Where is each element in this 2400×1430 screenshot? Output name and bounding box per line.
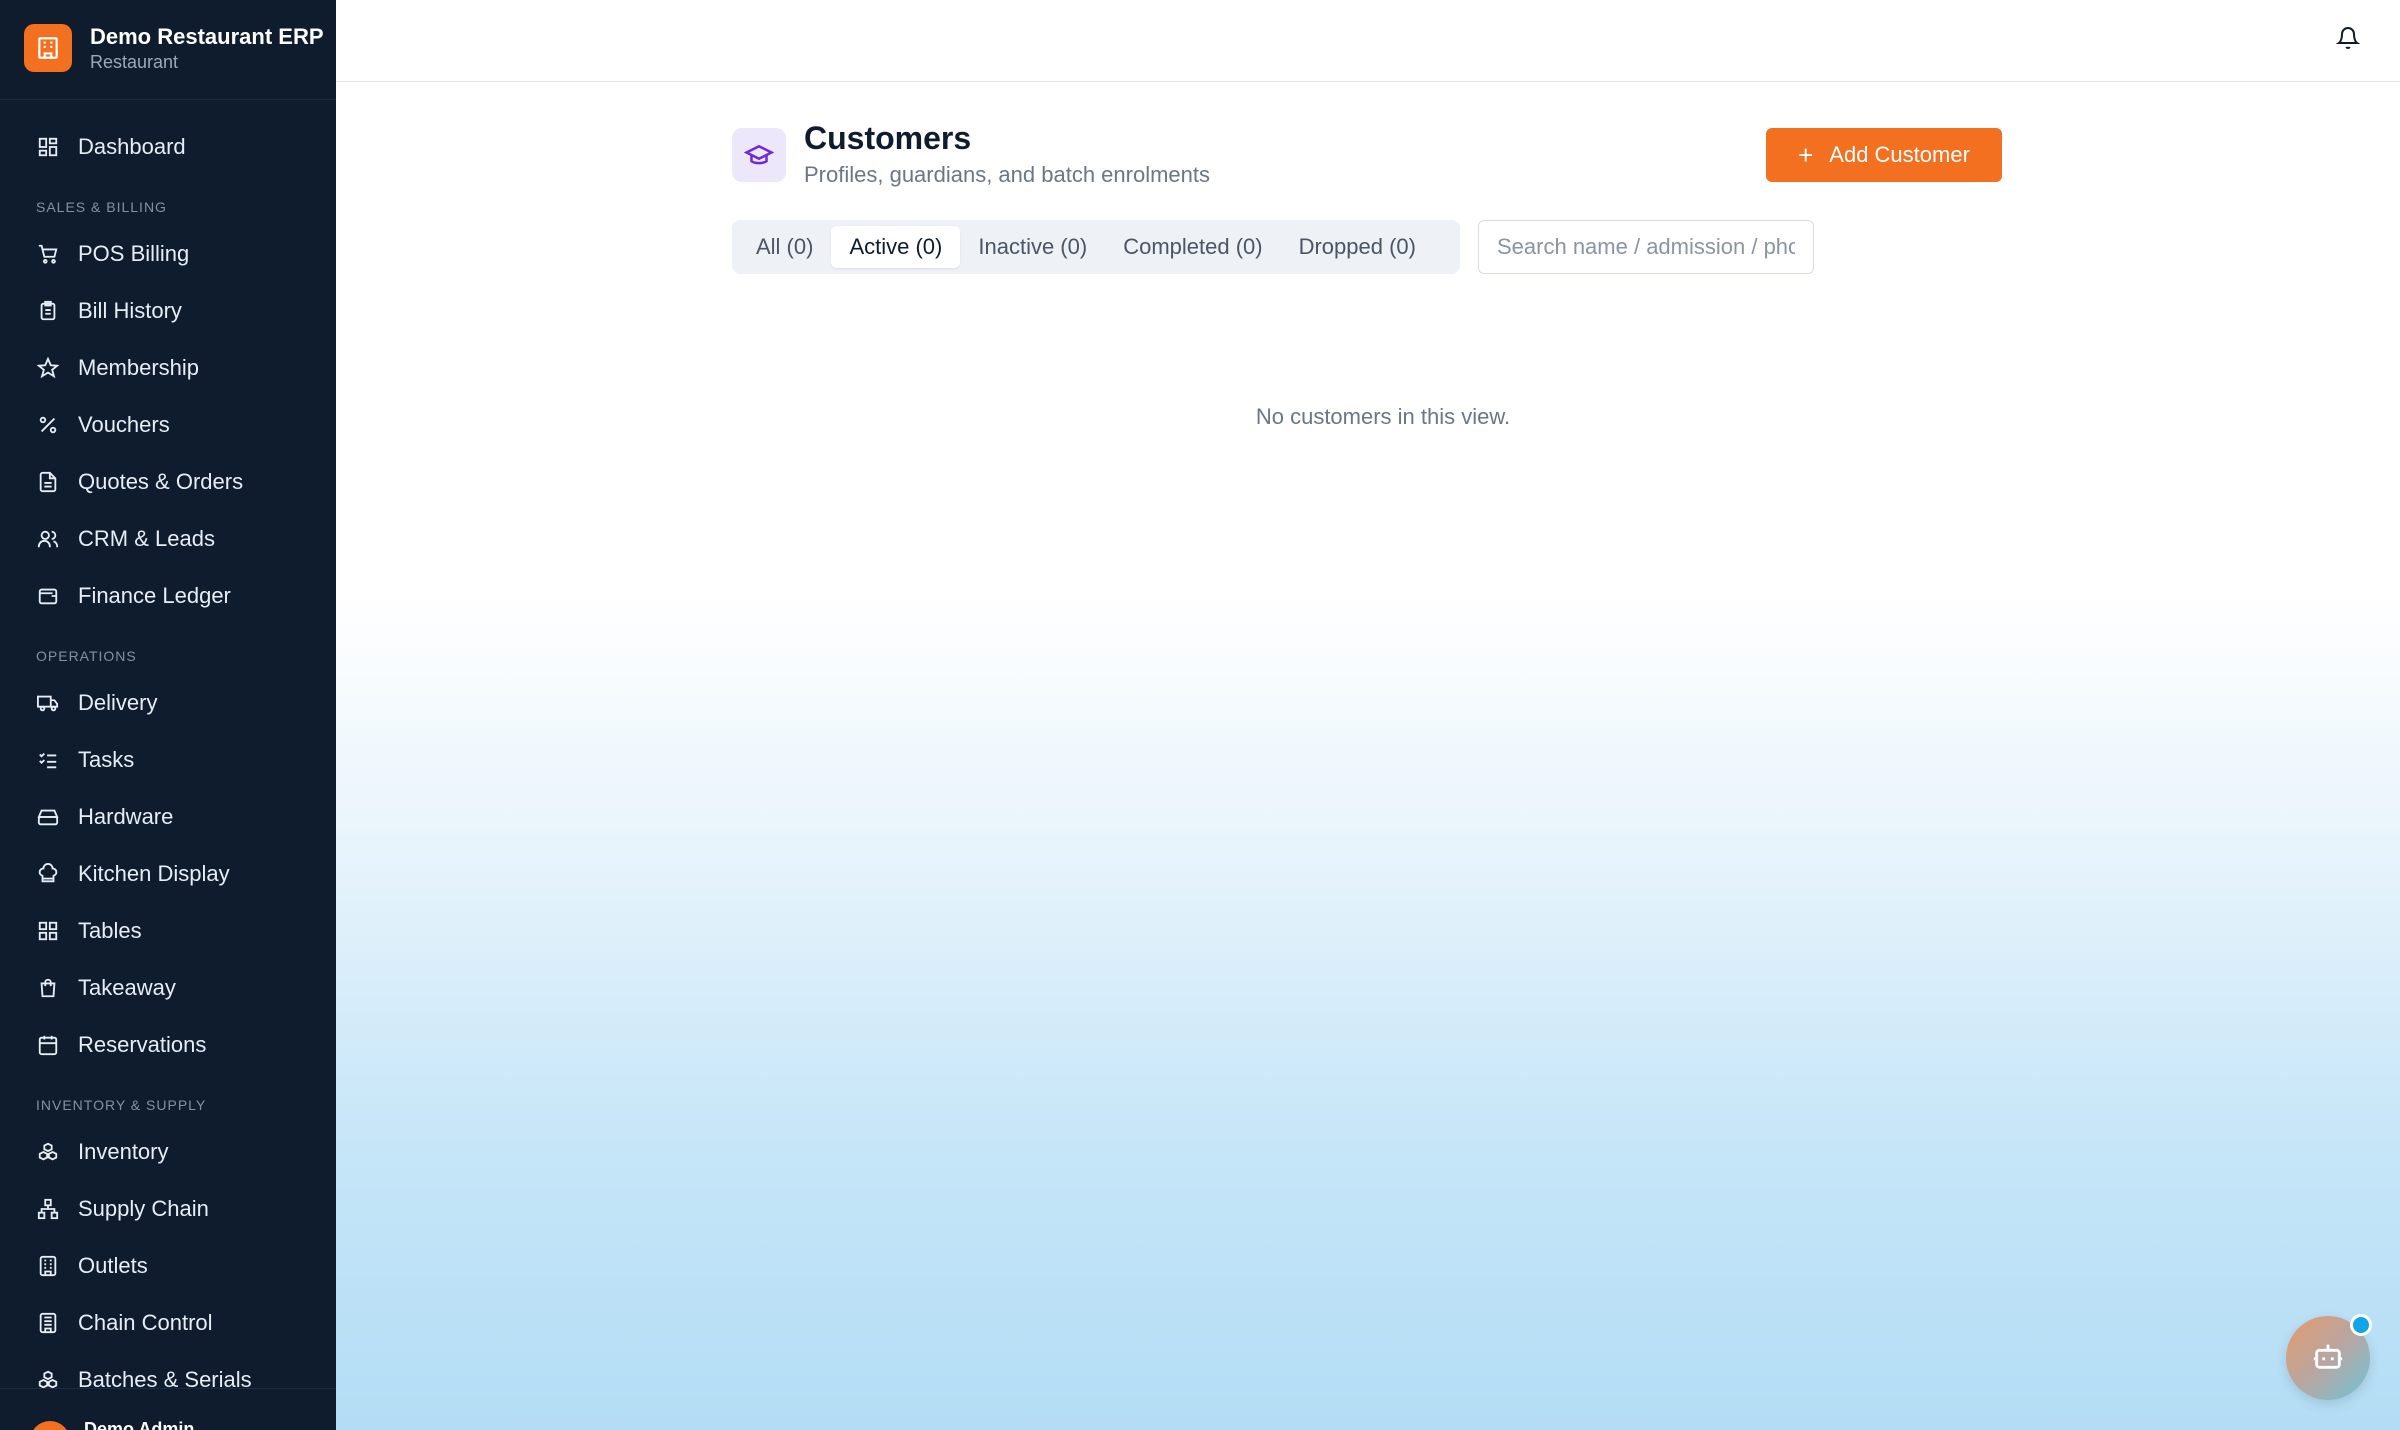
- chef-hat-icon: [36, 862, 60, 886]
- list-checks-icon: [36, 748, 60, 772]
- file-text-icon: [36, 470, 60, 494]
- tab-active[interactable]: Active (0): [831, 226, 961, 268]
- sidebar-item-tasks[interactable]: Tasks: [0, 731, 336, 788]
- tab-all[interactable]: All (0): [738, 226, 831, 268]
- sidebar-item-dashboard[interactable]: Dashboard: [0, 118, 336, 175]
- sidebar-item-label: Vouchers: [78, 411, 170, 437]
- empty-state: No customers in this view.: [336, 404, 2400, 434]
- brand-subtitle: Restaurant: [90, 52, 179, 72]
- sidebar-item-label: Supply Chain: [78, 1195, 209, 1221]
- sidebar-item-crm-leads[interactable]: CRM & Leads: [0, 510, 336, 567]
- sidebar-item-outlets[interactable]: Outlets: [0, 1237, 336, 1294]
- network-icon: [36, 1197, 60, 1221]
- sidebar-item-reservations[interactable]: Reservations: [0, 1016, 336, 1073]
- sidebar-item-label: Kitchen Display: [78, 860, 230, 886]
- bell-icon[interactable]: [2334, 24, 2362, 52]
- sidebar-item-quotes-orders[interactable]: Quotes & Orders: [0, 453, 336, 510]
- wallet-icon: [36, 584, 60, 608]
- robot-icon: [2311, 1339, 2345, 1378]
- sidebar-item-finance-ledger[interactable]: Finance Ledger: [0, 567, 336, 624]
- layout-grid-icon: [36, 919, 60, 943]
- sidebar-item-takeaway[interactable]: Takeaway: [0, 959, 336, 1016]
- sidebar-item-pos-billing[interactable]: POS Billing: [0, 225, 336, 282]
- user-profile[interactable]: Demo Admin: [0, 1388, 336, 1430]
- plus-icon: +: [1798, 140, 1814, 170]
- sidebar-item-label: Reservations: [78, 1031, 207, 1057]
- cart-icon: [36, 242, 60, 266]
- section-operations: OPERATIONS: [36, 648, 137, 664]
- topbar: [336, 0, 2400, 82]
- brand-header: Demo Restaurant ERP Restaurant: [0, 0, 336, 100]
- sidebar-item-label: Bill History: [78, 297, 182, 323]
- calendar-icon: [36, 1033, 60, 1057]
- app-root: Demo Restaurant ERP Restaurant Dashboard…: [0, 0, 2400, 1430]
- section-inventory-supply: INVENTORY & SUPPLY: [36, 1097, 207, 1113]
- page-title: Customers: [804, 120, 972, 156]
- building-icon: [36, 1254, 60, 1278]
- sidebar-item-delivery[interactable]: Delivery: [0, 674, 336, 731]
- avatar: [30, 1421, 70, 1430]
- sidebar-item-label: Outlets: [78, 1252, 148, 1278]
- sidebar-item-label: Membership: [78, 354, 200, 380]
- sidebar-item-label: Tables: [78, 917, 142, 943]
- sidebar-item-label: CRM & Leads: [78, 525, 215, 551]
- sidebar-item-label: Inventory: [78, 1138, 169, 1164]
- sidebar-item-label: Hardware: [78, 803, 174, 829]
- sidebar-item-kitchen-display[interactable]: Kitchen Display: [0, 845, 336, 902]
- search-input[interactable]: [1478, 220, 1814, 274]
- user-name: Demo Admin: [84, 1419, 195, 1430]
- sidebar-item-bill-history[interactable]: Bill History: [0, 282, 336, 339]
- main-content: Customers Profiles, guardians, and batch…: [336, 82, 2400, 1430]
- status-tabs: All (0) Active (0) Inactive (0) Complete…: [732, 220, 1460, 274]
- clipboard-icon: [36, 299, 60, 323]
- sidebar-item-chain-control[interactable]: Chain Control: [0, 1294, 336, 1351]
- add-customer-button[interactable]: + Add Customer: [1766, 128, 2002, 182]
- page-subtitle: Profiles, guardians, and batch enrolment…: [804, 162, 1211, 187]
- sidebar-item-label: Dashboard: [78, 133, 186, 159]
- sidebar-item-tables[interactable]: Tables: [0, 902, 336, 959]
- notification-dot: [2350, 1314, 2372, 1336]
- sidebar-item-label: Quotes & Orders: [78, 468, 244, 494]
- building-2-icon: [36, 1311, 60, 1335]
- sidebar-item-supply-chain[interactable]: Supply Chain: [0, 1180, 336, 1237]
- sidebar-item-membership[interactable]: Membership: [0, 339, 336, 396]
- empty-message: No customers in this view.: [1255, 404, 1511, 429]
- percent-icon: [36, 413, 60, 437]
- sidebar-item-label: Takeaway: [78, 974, 176, 1000]
- sidebar-item-inventory[interactable]: Inventory: [0, 1123, 336, 1180]
- sidebar-item-label: Chain Control: [78, 1309, 213, 1335]
- sidebar-item-label: Delivery: [78, 689, 158, 715]
- tab-completed[interactable]: Completed (0): [1105, 226, 1280, 268]
- users-icon: [36, 527, 60, 551]
- star-icon: [36, 356, 60, 380]
- tab-dropped[interactable]: Dropped (0): [1281, 226, 1434, 268]
- graduation-cap-icon: [732, 128, 786, 182]
- shopping-bag-icon: [36, 976, 60, 1000]
- grid-icon: [36, 135, 60, 159]
- building-icon: [24, 24, 72, 72]
- sidebar-item-label: Tasks: [78, 746, 135, 772]
- truck-icon: [36, 691, 60, 715]
- sidebar-item-vouchers[interactable]: Vouchers: [0, 396, 336, 453]
- boxes-icon: [36, 1140, 60, 1164]
- sidebar-item-label: Finance Ledger: [78, 582, 231, 608]
- sidebar: Demo Restaurant ERP Restaurant Dashboard…: [0, 0, 336, 1430]
- tab-inactive[interactable]: Inactive (0): [960, 226, 1105, 268]
- add-customer-label: Add Customer: [1829, 142, 1970, 167]
- brand-title: Demo Restaurant ERP: [90, 24, 324, 49]
- sidebar-nav: Dashboard SALES & BILLING POS Billing Bi…: [0, 118, 336, 1408]
- sidebar-item-hardware[interactable]: Hardware: [0, 788, 336, 845]
- sidebar-item-label: POS Billing: [78, 240, 190, 266]
- section-sales-billing: SALES & BILLING: [36, 199, 167, 215]
- hard-drive-icon: [36, 805, 60, 829]
